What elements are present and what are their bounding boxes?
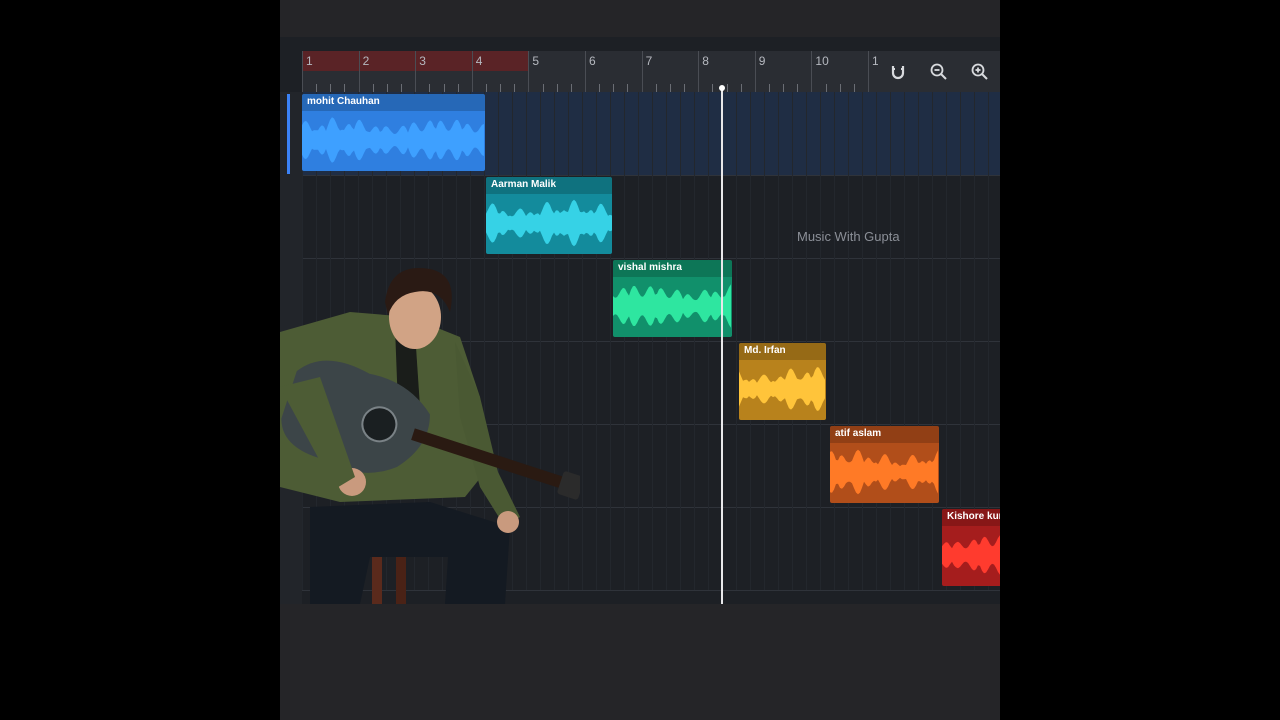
ruler-tick: [372, 84, 374, 92]
ruler-bar-label: 3: [419, 54, 426, 68]
magnet-icon: [892, 65, 905, 79]
ruler-tick: [641, 51, 643, 92]
ruler-tick: [712, 84, 714, 92]
clip-name: vishal mishra: [613, 260, 732, 277]
track-lane[interactable]: [302, 175, 1000, 259]
ruler-tick: [698, 51, 700, 92]
ruler-tick: [500, 84, 502, 92]
playhead[interactable]: [718, 85, 725, 604]
ruler-tick: [811, 51, 813, 92]
bottom-letterbox: [280, 604, 1000, 720]
ruler-tick: [783, 84, 785, 92]
clip-name: atif aslam: [830, 426, 939, 443]
snap-magnet-button[interactable]: [883, 57, 913, 87]
ruler-tick: [344, 84, 346, 92]
watermark-text: Music With Gupta: [797, 229, 900, 244]
ruler-tick: [839, 84, 841, 92]
waveform: [302, 117, 484, 163]
audio-clip[interactable]: vishal mishra: [613, 260, 732, 337]
ruler-tick: [570, 84, 572, 92]
audio-clip[interactable]: Aarman Malik: [486, 177, 612, 254]
ruler-tick: [528, 51, 530, 92]
musician-photo: [280, 267, 580, 604]
ruler-bar-label: 2: [362, 54, 370, 68]
ruler-tick: [443, 84, 445, 92]
ruler-tick: [386, 84, 388, 92]
ruler-tick: [768, 84, 770, 92]
waveform: [486, 199, 612, 247]
ruler-tick: [825, 84, 827, 92]
zoom-out-button[interactable]: [924, 57, 954, 87]
ruler-bar-label: 9: [758, 54, 766, 68]
ruler-tick: [514, 84, 516, 92]
zoom-in-button[interactable]: [965, 57, 995, 87]
ruler-tick: [415, 51, 417, 92]
ruler-bar-label: 1: [306, 54, 313, 68]
ruler-tick: [868, 51, 869, 92]
clip-name: Aarman Malik: [486, 177, 612, 194]
ruler-tick: [401, 84, 403, 92]
daw-arrangement-view: 1234567891011: [280, 37, 1000, 604]
audio-clip[interactable]: Md. Irfan: [739, 343, 826, 420]
ruler-tick: [358, 51, 360, 92]
ruler-tick: [471, 51, 473, 92]
ruler-bar-label: 4: [475, 54, 483, 68]
ruler-tick: [797, 84, 799, 92]
ruler-tick: [740, 84, 742, 92]
waveform: [739, 367, 825, 411]
waveform: [942, 535, 1000, 575]
ruler-tick: [754, 51, 756, 92]
selected-track-marker: [287, 94, 290, 174]
ruler-tick: [302, 51, 303, 92]
clip-name: Kishore kur: [942, 509, 1000, 526]
ruler-tick: [853, 84, 855, 92]
clip-name: mohit Chauhan: [302, 94, 485, 111]
ruler-tick: [542, 84, 544, 92]
ruler-tick: [684, 84, 686, 92]
ruler-tick: [655, 84, 657, 92]
ruler-tick: [669, 84, 671, 92]
audio-clip[interactable]: atif aslam: [830, 426, 939, 503]
ruler-tick: [556, 84, 558, 92]
ruler-tick: [627, 84, 629, 92]
video-frame: 1234567891011: [280, 0, 1000, 720]
ruler-tick: [599, 84, 601, 92]
playhead-handle[interactable]: [718, 85, 725, 91]
ruler-tick: [613, 84, 615, 92]
ruler-toolbar: [878, 51, 1000, 92]
ruler-bar-label: 6: [589, 54, 596, 68]
ruler-tick: [726, 84, 728, 92]
zoom-out-icon: [931, 63, 948, 80]
ruler-bar-label: 10: [815, 54, 829, 68]
ruler-tick: [585, 51, 586, 92]
ruler-tick: [429, 84, 431, 92]
ruler-tick: [316, 84, 318, 92]
clip-name: Md. Irfan: [739, 343, 826, 360]
ruler-tick: [485, 84, 487, 92]
waveform: [830, 449, 938, 495]
top-letterbox: [280, 0, 1000, 37]
audio-clip[interactable]: Kishore kur: [942, 509, 1000, 586]
waveform: [613, 284, 731, 328]
ruler-bar-label: 5: [532, 54, 540, 68]
zoom-in-icon: [971, 63, 988, 80]
ruler-tick: [330, 84, 332, 92]
ruler-tick: [457, 84, 459, 92]
audio-clip[interactable]: mohit Chauhan: [302, 94, 485, 171]
ruler-bar-label: 8: [702, 54, 709, 68]
ruler-bar-label: 7: [645, 54, 653, 68]
